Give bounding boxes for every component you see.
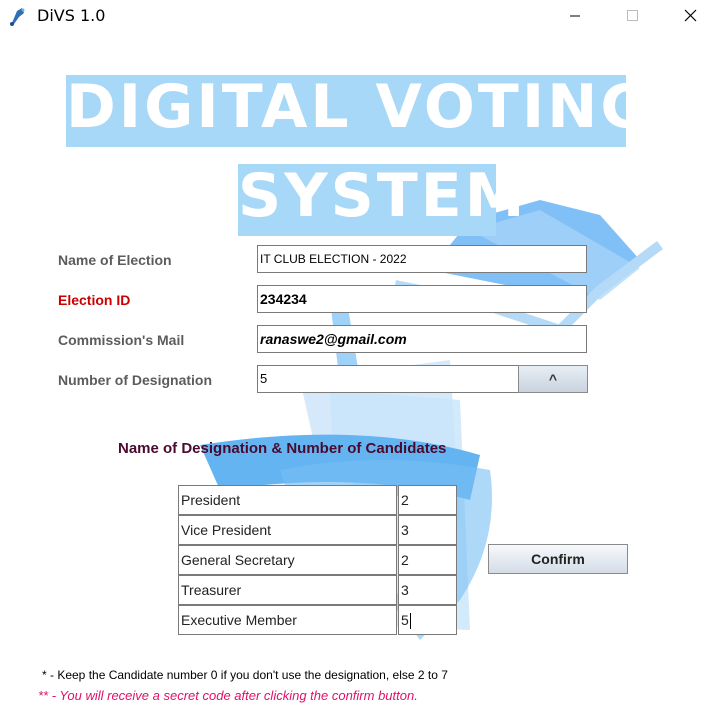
election-name-field[interactable]: IT CLUB ELECTION - 2022: [257, 245, 587, 273]
minimize-button[interactable]: [552, 0, 598, 32]
title-bar: DiVS 1.0: [0, 0, 718, 32]
app-logo-icon: [10, 8, 25, 26]
election-id-field[interactable]: 234234: [257, 285, 587, 313]
designation-name-cell[interactable]: President: [178, 485, 397, 515]
commission-mail-field[interactable]: ranaswe2@gmail.com: [257, 325, 587, 353]
designation-name-cell[interactable]: Executive Member: [178, 605, 397, 635]
candidate-count-cell[interactable]: 2: [398, 485, 457, 515]
election-id-label: Election ID: [58, 292, 131, 308]
election-name-label: Name of Election: [58, 252, 172, 268]
designation-count-field[interactable]: 5: [257, 365, 519, 393]
confirm-button[interactable]: Confirm: [488, 544, 628, 574]
designation-count-spin-button[interactable]: ^: [518, 365, 588, 393]
candidate-count-value: 5: [401, 612, 409, 628]
designation-name-cell[interactable]: Vice President: [178, 515, 397, 545]
candidate-number-note: * - Keep the Candidate number 0 if you d…: [42, 668, 448, 682]
window-title: DiVS 1.0: [37, 6, 106, 25]
designation-count-label: Number of Designation: [58, 372, 213, 388]
title-banner-line2: SYSTEM: [238, 161, 528, 231]
close-button[interactable]: [668, 0, 714, 32]
designations-section-title: Name of Designation & Number of Candidat…: [118, 440, 447, 457]
candidate-count-cell[interactable]: 2: [398, 545, 457, 575]
candidate-count-cell[interactable]: 3: [398, 515, 457, 545]
designation-name-cell[interactable]: General Secretary: [178, 545, 397, 575]
designation-name-cell[interactable]: Treasurer: [178, 575, 397, 605]
maximize-button[interactable]: [610, 0, 656, 32]
candidate-count-cell[interactable]: 3: [398, 575, 457, 605]
text-cursor: [409, 613, 411, 630]
secret-code-note: ** - You will receive a secret code afte…: [38, 688, 418, 703]
commission-mail-label: Commission's Mail: [58, 332, 185, 348]
candidate-count-cell-active[interactable]: 5: [398, 605, 457, 635]
title-banner-line1: DIGITAL VOTING: [66, 72, 653, 142]
